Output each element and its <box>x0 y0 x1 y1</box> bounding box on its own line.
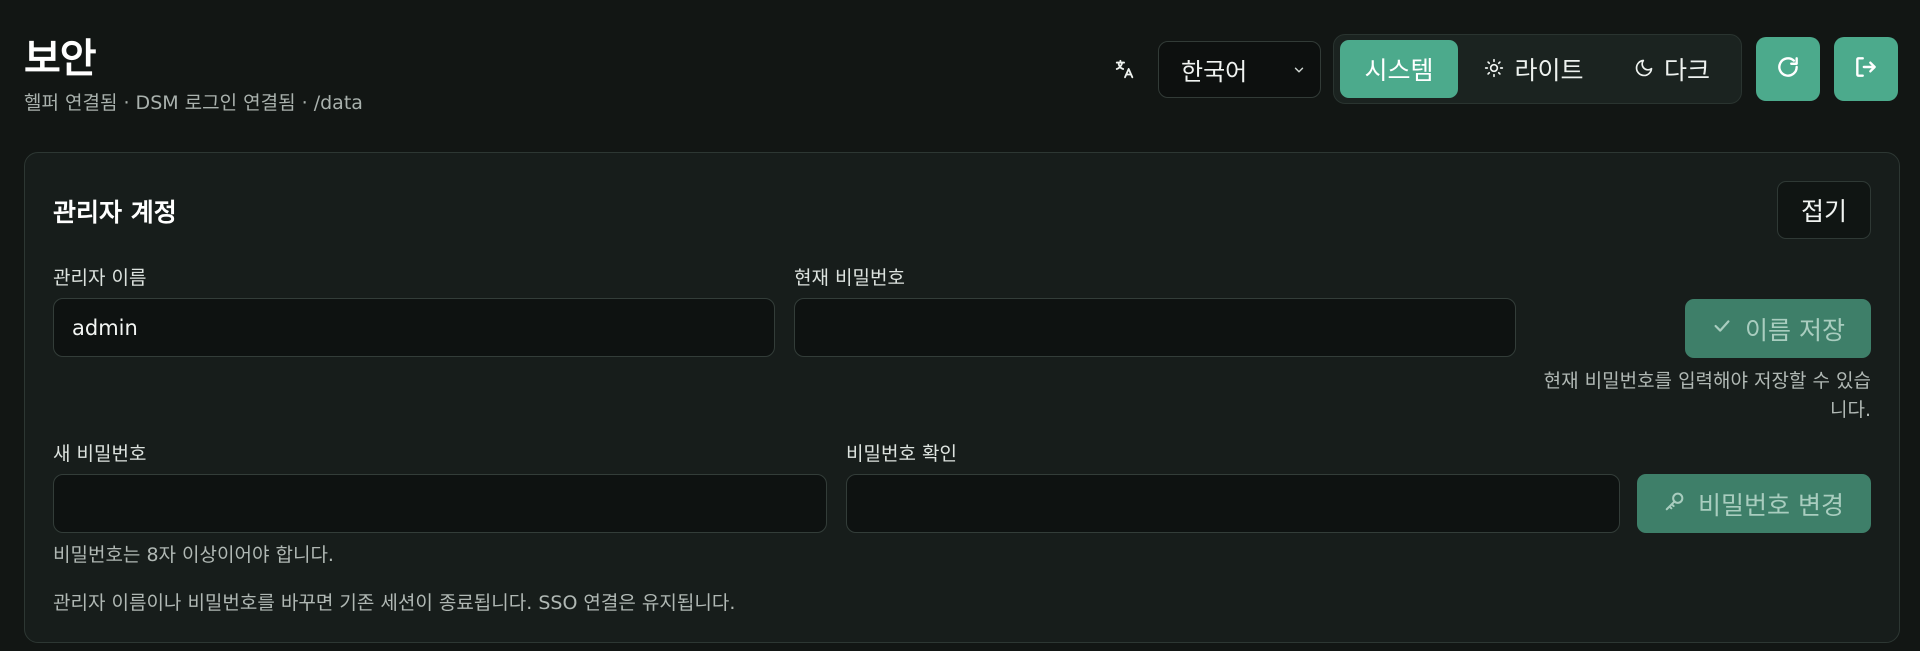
current-password-input[interactable] <box>794 298 1516 357</box>
chevron-down-icon <box>1292 55 1306 83</box>
password-rule-hint: 비밀번호는 8자 이상이어야 합니다. <box>53 544 334 566</box>
theme-system-button[interactable]: 시스템 <box>1340 40 1458 98</box>
theme-dark-button[interactable]: 다크 <box>1610 40 1734 98</box>
theme-dark-label: 다크 <box>1663 56 1710 85</box>
collapse-button[interactable]: 접기 <box>1777 181 1871 239</box>
username-input[interactable]: admin <box>53 298 775 357</box>
save-name-label: 이름 저장 <box>1745 315 1845 345</box>
key-icon <box>1664 489 1686 518</box>
sun-icon <box>1484 55 1504 84</box>
header-controls: 한국어 시스템 라이트 다크 <box>1112 34 1898 104</box>
new-password-label: 새 비밀번호 <box>53 443 147 465</box>
logout-button[interactable] <box>1834 37 1898 101</box>
change-password-button[interactable]: 비밀번호 변경 <box>1637 474 1871 533</box>
card-title: 관리자 계정 <box>53 198 177 227</box>
username-label: 관리자 이름 <box>53 267 147 289</box>
theme-light-label: 라이트 <box>1514 56 1584 85</box>
save-name-hint: 현재 비밀번호를 입력해야 저장할 수 있습 니다. <box>1543 370 1871 421</box>
logout-icon <box>1853 54 1879 84</box>
current-password-label: 현재 비밀번호 <box>794 267 905 289</box>
theme-system-label: 시스템 <box>1364 56 1434 85</box>
moon-icon <box>1634 55 1654 84</box>
check-icon <box>1711 314 1733 343</box>
theme-switcher: 시스템 라이트 다크 <box>1333 34 1742 104</box>
security-page: 보안 헬퍼 연결됨 · DSM 로그인 연결됨 · /data 한국어 시스템 <box>0 0 1920 651</box>
connection-status: 헬퍼 연결됨 · DSM 로그인 연결됨 · /data <box>24 92 363 114</box>
change-password-label: 비밀번호 변경 <box>1698 490 1844 520</box>
language-select-value: 한국어 <box>1181 57 1248 86</box>
translate-icon <box>1112 56 1138 82</box>
theme-light-button[interactable]: 라이트 <box>1464 40 1604 98</box>
refresh-button[interactable] <box>1756 37 1820 101</box>
admin-account-card: 관리자 계정 접기 관리자 이름 admin 현재 비밀번호 이름 저장 현재 … <box>24 152 1900 643</box>
confirm-password-label: 비밀번호 확인 <box>846 443 957 465</box>
session-note: 관리자 이름이나 비밀번호를 바꾸면 기존 세션이 종료됩니다. SSO 연결은… <box>53 592 736 614</box>
save-name-button[interactable]: 이름 저장 <box>1685 299 1871 358</box>
page-title: 보안 <box>24 36 97 82</box>
language-select[interactable]: 한국어 <box>1158 40 1321 98</box>
refresh-icon <box>1775 54 1801 84</box>
new-password-input[interactable] <box>53 474 827 533</box>
confirm-password-input[interactable] <box>846 474 1620 533</box>
